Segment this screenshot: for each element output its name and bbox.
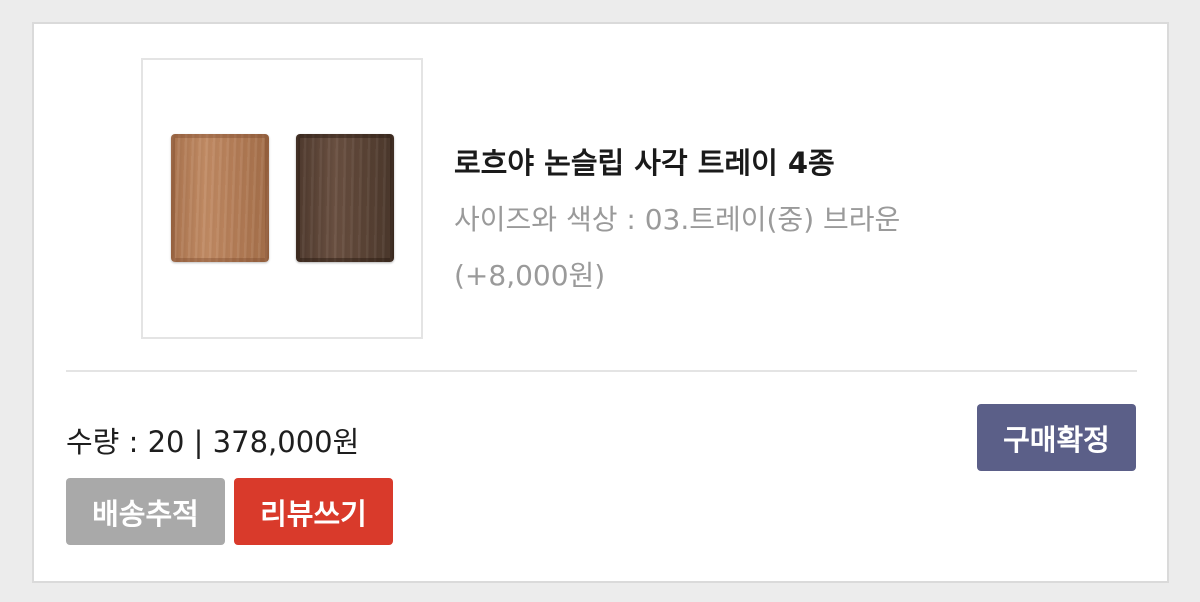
option-price: (+8,000원): [454, 259, 606, 292]
product-title[interactable]: 로흐야 논슬립 사각 트레이 4종: [454, 140, 835, 182]
order-card: 로흐야 논슬립 사각 트레이 4종 사이즈와 색상 : 03.트레이(중) 브라…: [32, 22, 1169, 583]
light-wood-tray-image: [171, 134, 269, 262]
confirm-purchase-button[interactable]: 구매확정: [977, 404, 1136, 471]
quantity-price-summary: 수량 : 20 | 378,000원: [66, 425, 360, 459]
track-delivery-button[interactable]: 배송추적: [66, 478, 225, 545]
divider: [66, 370, 1137, 372]
product-option: 사이즈와 색상 : 03.트레이(중) 브라운 (+8,000원): [454, 192, 1054, 304]
product-image[interactable]: [141, 58, 423, 339]
dark-wood-tray-image: [296, 134, 394, 262]
option-detail: 사이즈와 색상 : 03.트레이(중) 브라운: [454, 203, 901, 236]
write-review-button[interactable]: 리뷰쓰기: [234, 478, 393, 545]
